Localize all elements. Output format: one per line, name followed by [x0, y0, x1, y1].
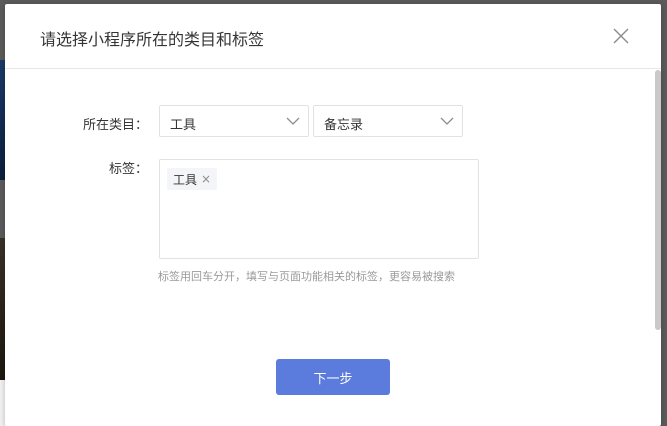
category-primary-select[interactable]: 工具 — [159, 105, 309, 137]
tag-chip-label: 工具 — [173, 172, 198, 187]
tags-label: 标签： — [108, 162, 148, 177]
tag-chip: 工具 × — [167, 168, 218, 190]
category-secondary-select[interactable]: 备忘录 — [313, 105, 463, 137]
close-icon — [613, 28, 629, 44]
scrollbar-thumb[interactable] — [655, 70, 661, 330]
category-label: 所在类目： — [82, 118, 148, 133]
chevron-down-icon — [286, 117, 300, 125]
close-button[interactable] — [609, 24, 633, 48]
next-step-button[interactable]: 下一步 — [276, 359, 390, 395]
category-primary-value: 工具 — [170, 118, 197, 133]
tag-remove-icon[interactable]: × — [201, 173, 211, 185]
dialog-title: 请选择小程序所在的类目和标签 — [40, 30, 265, 49]
dialog-header: 请选择小程序所在的类目和标签 — [5, 4, 661, 69]
category-tag-dialog: 请选择小程序所在的类目和标签 所在类目： 工具 备忘录 标签： 工具 × 标签用… — [5, 4, 661, 426]
tags-input[interactable]: 工具 × — [159, 159, 479, 259]
tags-hint: 标签用回车分开，填写与页面功能相关的标签，更容易被搜索 — [158, 270, 455, 283]
category-secondary-value: 备忘录 — [324, 118, 364, 133]
chevron-down-icon — [440, 117, 454, 125]
